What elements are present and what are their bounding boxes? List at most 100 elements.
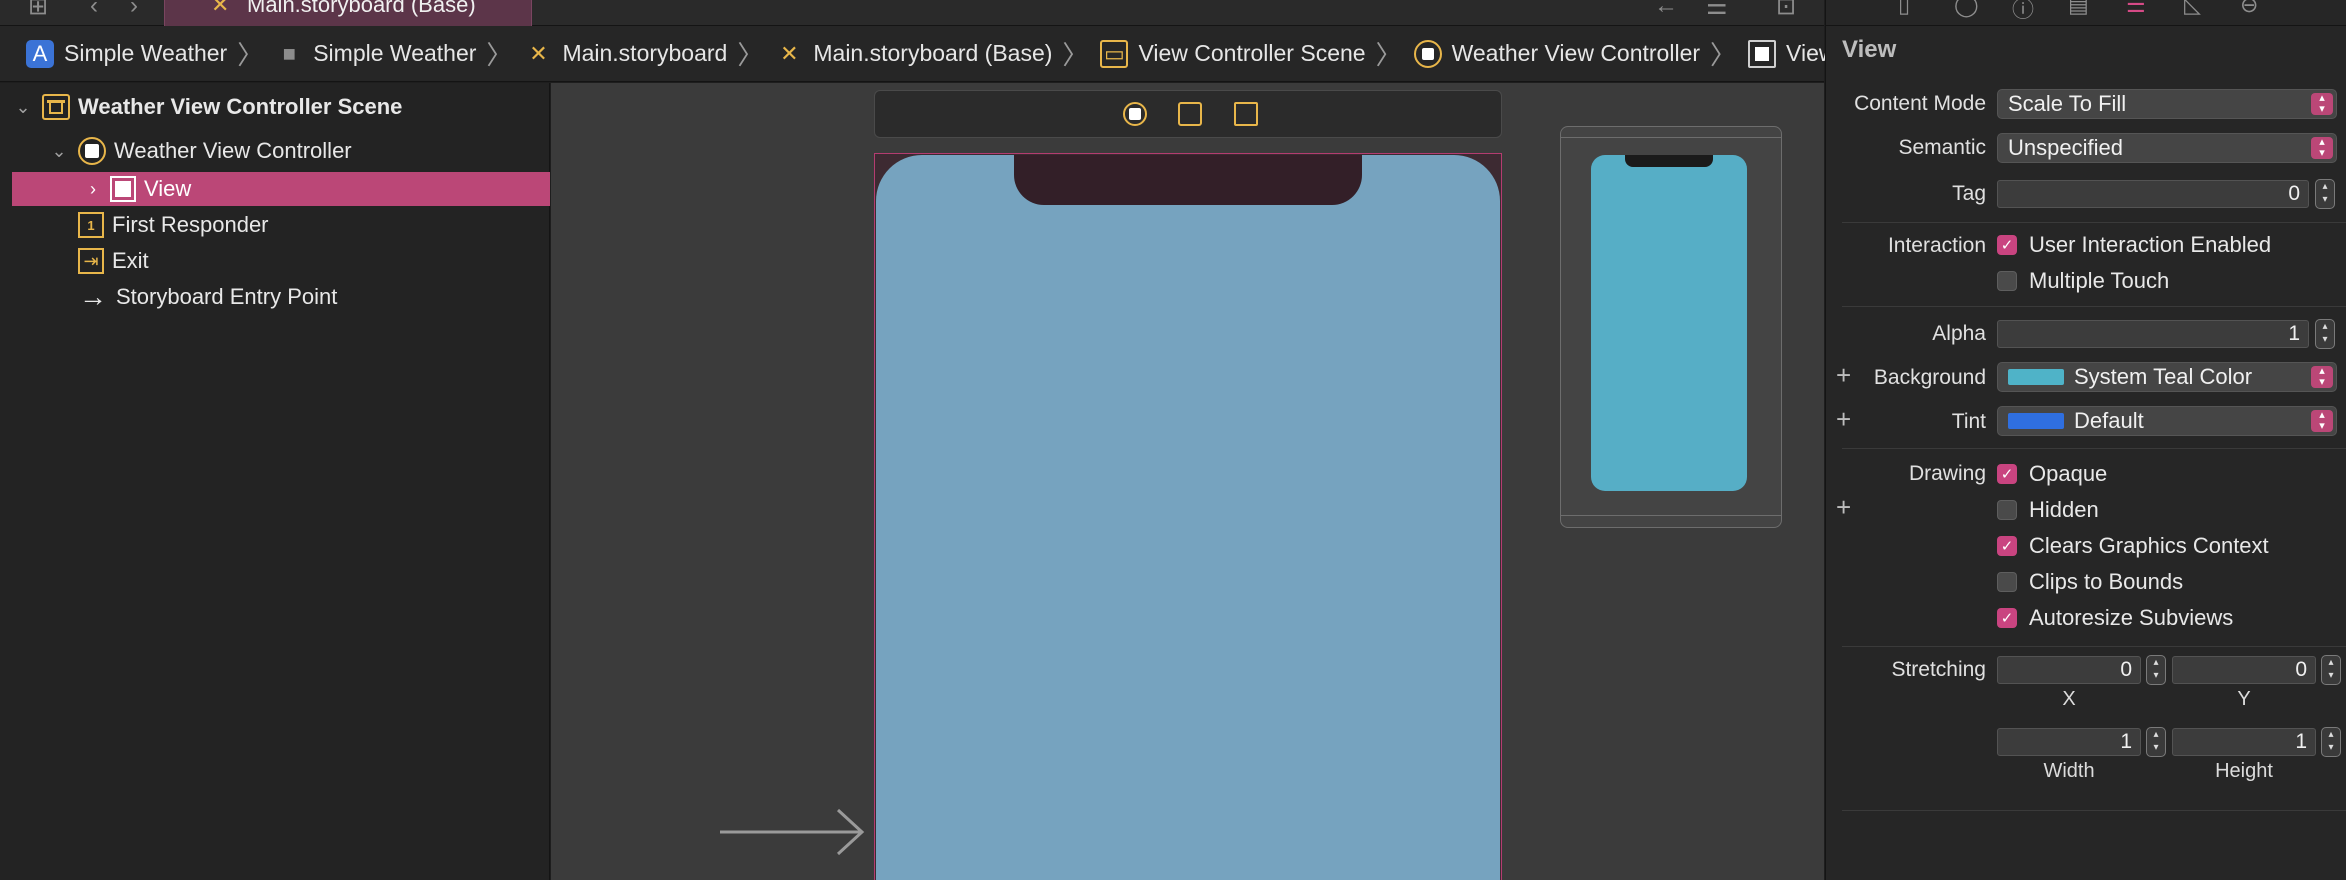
outline-item-entry-point[interactable]: → Storyboard Entry Point	[12, 280, 337, 314]
preview-screen	[1591, 155, 1747, 491]
back-arrow-icon[interactable]: ‹	[90, 0, 98, 20]
editor-tab-bar: ⊞ ‹ › ✕ Main.storyboard (Base) ← ☰ ⊡	[0, 0, 1824, 26]
stretching-height-stepper[interactable]: ▴ ▾	[2321, 727, 2341, 757]
drawing-label: Drawing	[1908, 462, 1986, 485]
connections-inspector-icon[interactable]: ⊖	[2240, 0, 2258, 18]
chevron-updown-icon: ▴ ▾	[2311, 366, 2333, 388]
chevron-down-icon[interactable]: ⌄	[12, 97, 34, 118]
checkmark-icon: ✓	[1997, 235, 2017, 255]
color-swatch	[2008, 413, 2064, 429]
autoresize-checkbox[interactable]: ✓ Autoresize Subviews	[1997, 605, 2233, 631]
grid-layout-icon[interactable]: ⊞	[28, 0, 48, 21]
tag-field[interactable]: 0	[1997, 180, 2309, 208]
tag-stepper[interactable]: ▴ ▾	[2315, 179, 2335, 209]
arrow-right-icon: →	[79, 281, 107, 312]
clears-graphics-checkbox[interactable]: ✓ Clears Graphics Context	[1997, 533, 2269, 559]
breadcrumb-item-view-controller[interactable]: Weather View Controller 〉	[1413, 35, 1748, 72]
outline-item-view-controller[interactable]: ⌄ Weather View Controller	[12, 134, 352, 168]
breadcrumb-item-scene[interactable]: ▭ View Controller Scene 〉	[1100, 35, 1413, 72]
add-editor-icon[interactable]: ⊡	[1776, 0, 1796, 21]
exit-icon: ⇥	[78, 248, 104, 274]
view-controller-icon[interactable]	[1123, 102, 1147, 126]
view-icon	[1748, 39, 1777, 68]
color-swatch	[2008, 369, 2064, 385]
device-screen-view[interactable]	[876, 155, 1500, 880]
breadcrumb-label: Weather View Controller	[1451, 40, 1701, 66]
identity-inspector-icon[interactable]: ▤	[2068, 0, 2089, 18]
popup-value: System Teal Color	[2074, 364, 2253, 389]
forward-arrow-icon[interactable]: ›	[130, 0, 138, 20]
view-icon	[110, 176, 136, 202]
chevron-down-icon[interactable]: ⌄	[48, 141, 70, 162]
outline-label: Weather View Controller Scene	[78, 94, 403, 119]
attributes-inspector-icon[interactable]: ⚌	[2126, 0, 2146, 18]
inspector-section-title: View	[1842, 36, 1897, 63]
checkbox-label: Hidden	[2029, 497, 2099, 522]
first-responder-icon[interactable]	[1178, 102, 1202, 126]
stretching-width-field[interactable]: 1	[1997, 728, 2141, 756]
exit-icon[interactable]	[1234, 102, 1258, 126]
breadcrumb-item-project[interactable]: A Simple Weather 〉	[26, 35, 275, 72]
breadcrumb-label: Main.storyboard (Base)	[813, 40, 1053, 66]
outline-item-first-responder[interactable]: 1 First Responder	[12, 208, 269, 242]
checkmark-icon: ✓	[1997, 608, 2017, 628]
scene-preview[interactable]	[1560, 126, 1782, 528]
history-inspector-icon[interactable]: ◯	[1954, 0, 1979, 18]
content-mode-popup[interactable]: Scale To Fill ▴ ▾	[1997, 89, 2337, 119]
checkmark-icon: ✓	[1997, 464, 2017, 484]
user-interaction-checkbox[interactable]: ✓ User Interaction Enabled	[1997, 232, 2271, 258]
tab-main-storyboard[interactable]: ✕ Main.storyboard (Base)	[164, 0, 532, 26]
section-divider	[1842, 810, 2346, 811]
outline-item-scene[interactable]: ⌄ Weather View Controller Scene	[12, 90, 402, 124]
app-icon: A	[26, 39, 54, 68]
stretching-x-field[interactable]: 0	[1997, 656, 2141, 684]
outline-label: Exit	[112, 248, 149, 273]
opaque-checkbox[interactable]: ✓ Opaque	[1997, 461, 2107, 487]
stretching-height-field[interactable]: 1	[2172, 728, 2316, 756]
section-divider	[1842, 646, 2346, 647]
outline-label: First Responder	[112, 212, 269, 237]
help-inspector-icon[interactable]: ⓘ	[2012, 0, 2034, 24]
inspector-tab-bar: ▯ ◯ ⓘ ▤ ⚌ ◺ ⊖	[1826, 0, 2346, 26]
chevron-right-icon: 〉	[1375, 40, 1402, 70]
background-color-popup[interactable]: System Teal Color ▴ ▾	[1997, 362, 2337, 392]
related-items-back-icon[interactable]: ←	[1654, 0, 1678, 20]
chevron-right-icon[interactable]: ›	[82, 179, 104, 200]
checkbox-label: Multiple Touch	[2029, 268, 2170, 293]
stretching-x-stepper[interactable]: ▴ ▾	[2146, 655, 2166, 685]
tint-color-popup[interactable]: Default ▴ ▾	[1997, 406, 2337, 436]
preview-divider	[1561, 137, 1781, 138]
hidden-checkbox[interactable]: Hidden	[1997, 497, 2099, 523]
attributes-inspector: ▯ ◯ ⓘ ▤ ⚌ ◺ ⊖ View Content Mode Scale To…	[1825, 0, 2346, 880]
breadcrumb-item-storyboard-base[interactable]: ✕ Main.storyboard (Base) 〉	[775, 35, 1100, 72]
editor-options-icon[interactable]: ☰	[1706, 0, 1728, 21]
file-inspector-icon[interactable]: ▯	[1898, 0, 1910, 18]
add-variation-icon[interactable]: +	[1836, 492, 1851, 523]
section-divider	[1842, 448, 2346, 449]
checkbox-label: Opaque	[2029, 461, 2108, 486]
checkbox-box	[1997, 271, 2017, 291]
breadcrumb-item-folder[interactable]: ■ Simple Weather 〉	[275, 35, 524, 72]
alpha-stepper[interactable]: ▴ ▾	[2315, 319, 2335, 349]
breadcrumb-item-view[interactable]: View	[1748, 39, 1835, 68]
size-inspector-icon[interactable]: ◺	[2184, 0, 2201, 18]
scene-dock[interactable]	[874, 90, 1502, 138]
chevron-right-icon: 〉	[1710, 40, 1737, 70]
stretching-y-stepper[interactable]: ▴ ▾	[2321, 655, 2341, 685]
entry-point-arrow[interactable]	[720, 807, 870, 857]
alpha-field[interactable]: 1	[1997, 320, 2309, 348]
checkbox-box	[1997, 572, 2017, 592]
scene-icon: ▭	[1100, 39, 1129, 68]
outline-item-view[interactable]: › View	[12, 172, 550, 206]
multiple-touch-checkbox[interactable]: Multiple Touch	[1997, 268, 2169, 294]
chevron-right-icon: 〉	[1062, 40, 1089, 70]
checkbox-label: Autoresize Subviews	[2029, 605, 2234, 630]
semantic-popup[interactable]: Unspecified ▴ ▾	[1997, 133, 2337, 163]
view-controller-icon	[1413, 39, 1442, 68]
stretching-width-stepper[interactable]: ▴ ▾	[2146, 727, 2166, 757]
stretching-y-field[interactable]: 0	[2172, 656, 2316, 684]
clips-to-bounds-checkbox[interactable]: Clips to Bounds	[1997, 569, 2183, 595]
breadcrumb-item-storyboard[interactable]: ✕ Main.storyboard 〉	[524, 35, 775, 72]
semantic-label: Semantic	[1898, 136, 1986, 159]
outline-item-exit[interactable]: ⇥ Exit	[12, 244, 149, 278]
